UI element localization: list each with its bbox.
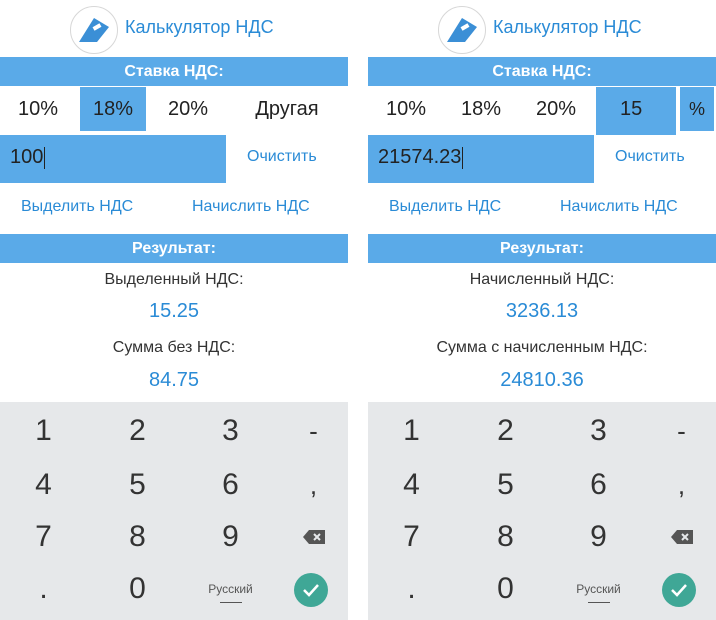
key-dot[interactable]: .	[368, 562, 455, 616]
key-5[interactable]: 5	[462, 458, 549, 512]
key-comma[interactable]: ,	[270, 458, 348, 512]
app-logo-icon	[438, 6, 486, 54]
key-0[interactable]: 0	[94, 562, 181, 616]
clear-button[interactable]: Очистить	[615, 148, 685, 166]
add-vat-button[interactable]: Начислить НДС	[192, 198, 310, 216]
rate-option-18[interactable]: 18%	[80, 87, 146, 131]
text-cursor	[44, 146, 46, 169]
key-5[interactable]: 5	[94, 458, 181, 512]
key-8[interactable]: 8	[462, 510, 549, 564]
language-underline	[220, 602, 242, 603]
result-label-1: Начисленный НДС:	[469, 271, 615, 288]
result-value-1: 15.25	[148, 300, 200, 322]
rate-section-header: Ставка НДС:	[368, 57, 716, 86]
key-3[interactable]: 3	[187, 404, 274, 458]
key-minus[interactable]: -	[638, 404, 716, 458]
add-vat-button[interactable]: Начислить НДС	[560, 198, 678, 216]
key-6[interactable]: 6	[187, 458, 274, 512]
clear-button[interactable]: Очистить	[247, 148, 317, 166]
app-title: Калькулятор НДС	[125, 17, 274, 37]
key-3[interactable]: 3	[555, 404, 642, 458]
result-label-2: Сумма без НДС:	[112, 339, 236, 356]
extract-vat-button[interactable]: Выделить НДС	[389, 198, 501, 216]
result-label-2: Сумма с начисленным НДС:	[436, 339, 648, 356]
vat-calculator-left: Калькулятор НДС Ставка НДС: 10% 18% 20% …	[0, 0, 348, 620]
enter-key[interactable]	[638, 562, 716, 616]
key-minus[interactable]: -	[270, 404, 348, 458]
language-label: Русский	[576, 582, 621, 596]
key-1[interactable]: 1	[368, 404, 455, 458]
amount-value: 21574.23	[378, 146, 462, 168]
rate-option-10[interactable]: 10%	[368, 87, 444, 131]
rate-option-20[interactable]: 20%	[152, 87, 224, 131]
result-value-1: 3236.13	[505, 300, 579, 322]
result-label-1: Выделенный НДС:	[104, 271, 244, 288]
rate-selector: 10% 18% 20% Другая	[0, 87, 348, 131]
language-label: Русский	[208, 582, 253, 596]
custom-rate-input[interactable]: 15	[596, 87, 676, 135]
key-4[interactable]: 4	[0, 458, 87, 512]
text-cursor	[462, 146, 464, 169]
key-6[interactable]: 6	[555, 458, 642, 512]
vat-calculator-right: Калькулятор НДС Ставка НДС: 10% 18% 20% …	[368, 0, 716, 620]
language-key[interactable]: Русский	[187, 562, 274, 616]
backspace-icon	[303, 530, 325, 544]
result-value-2: 24810.36	[500, 369, 584, 391]
key-8[interactable]: 8	[94, 510, 181, 564]
enter-key[interactable]	[270, 562, 348, 616]
key-9[interactable]: 9	[555, 510, 642, 564]
amount-input[interactable]: 21574.23	[368, 135, 594, 183]
app-header: Калькулятор НДС	[0, 0, 348, 56]
key-7[interactable]: 7	[0, 510, 87, 564]
result-section-header: Результат:	[368, 234, 716, 263]
key-comma[interactable]: ,	[638, 458, 716, 512]
language-underline	[588, 602, 610, 603]
key-0[interactable]: 0	[462, 562, 549, 616]
extract-vat-button[interactable]: Выделить НДС	[21, 198, 133, 216]
result-value-2: 84.75	[148, 369, 200, 391]
app-logo-icon	[70, 6, 118, 54]
rate-selector: 10% 18% 20% 15 %	[368, 87, 716, 135]
rate-option-other[interactable]: Другая	[238, 87, 336, 131]
amount-input[interactable]: 100	[0, 135, 226, 183]
key-7[interactable]: 7	[368, 510, 455, 564]
backspace-key[interactable]	[638, 510, 716, 564]
backspace-key[interactable]	[270, 510, 348, 564]
rate-option-20[interactable]: 20%	[520, 87, 592, 131]
key-dot[interactable]: .	[0, 562, 87, 616]
backspace-icon	[671, 530, 693, 544]
numeric-keyboard: 1 2 3 - 4 5 6 , 7 8 9 . 0 Русский	[0, 402, 348, 620]
app-header: Калькулятор НДС	[368, 0, 716, 56]
amount-value: 100	[10, 146, 44, 168]
key-2[interactable]: 2	[462, 404, 549, 458]
key-4[interactable]: 4	[368, 458, 455, 512]
app-title: Калькулятор НДС	[493, 17, 642, 37]
percent-label: %	[680, 87, 714, 131]
checkmark-icon	[294, 573, 328, 607]
language-key[interactable]: Русский	[555, 562, 642, 616]
rate-option-10[interactable]: 10%	[0, 87, 76, 131]
rate-section-header: Ставка НДС:	[0, 57, 348, 86]
key-1[interactable]: 1	[0, 404, 87, 458]
numeric-keyboard: 1 2 3 - 4 5 6 , 7 8 9 . 0 Русский	[368, 402, 716, 620]
result-section-header: Результат:	[0, 234, 348, 263]
rate-option-18[interactable]: 18%	[448, 87, 514, 131]
checkmark-icon	[662, 573, 696, 607]
key-9[interactable]: 9	[187, 510, 274, 564]
key-2[interactable]: 2	[94, 404, 181, 458]
